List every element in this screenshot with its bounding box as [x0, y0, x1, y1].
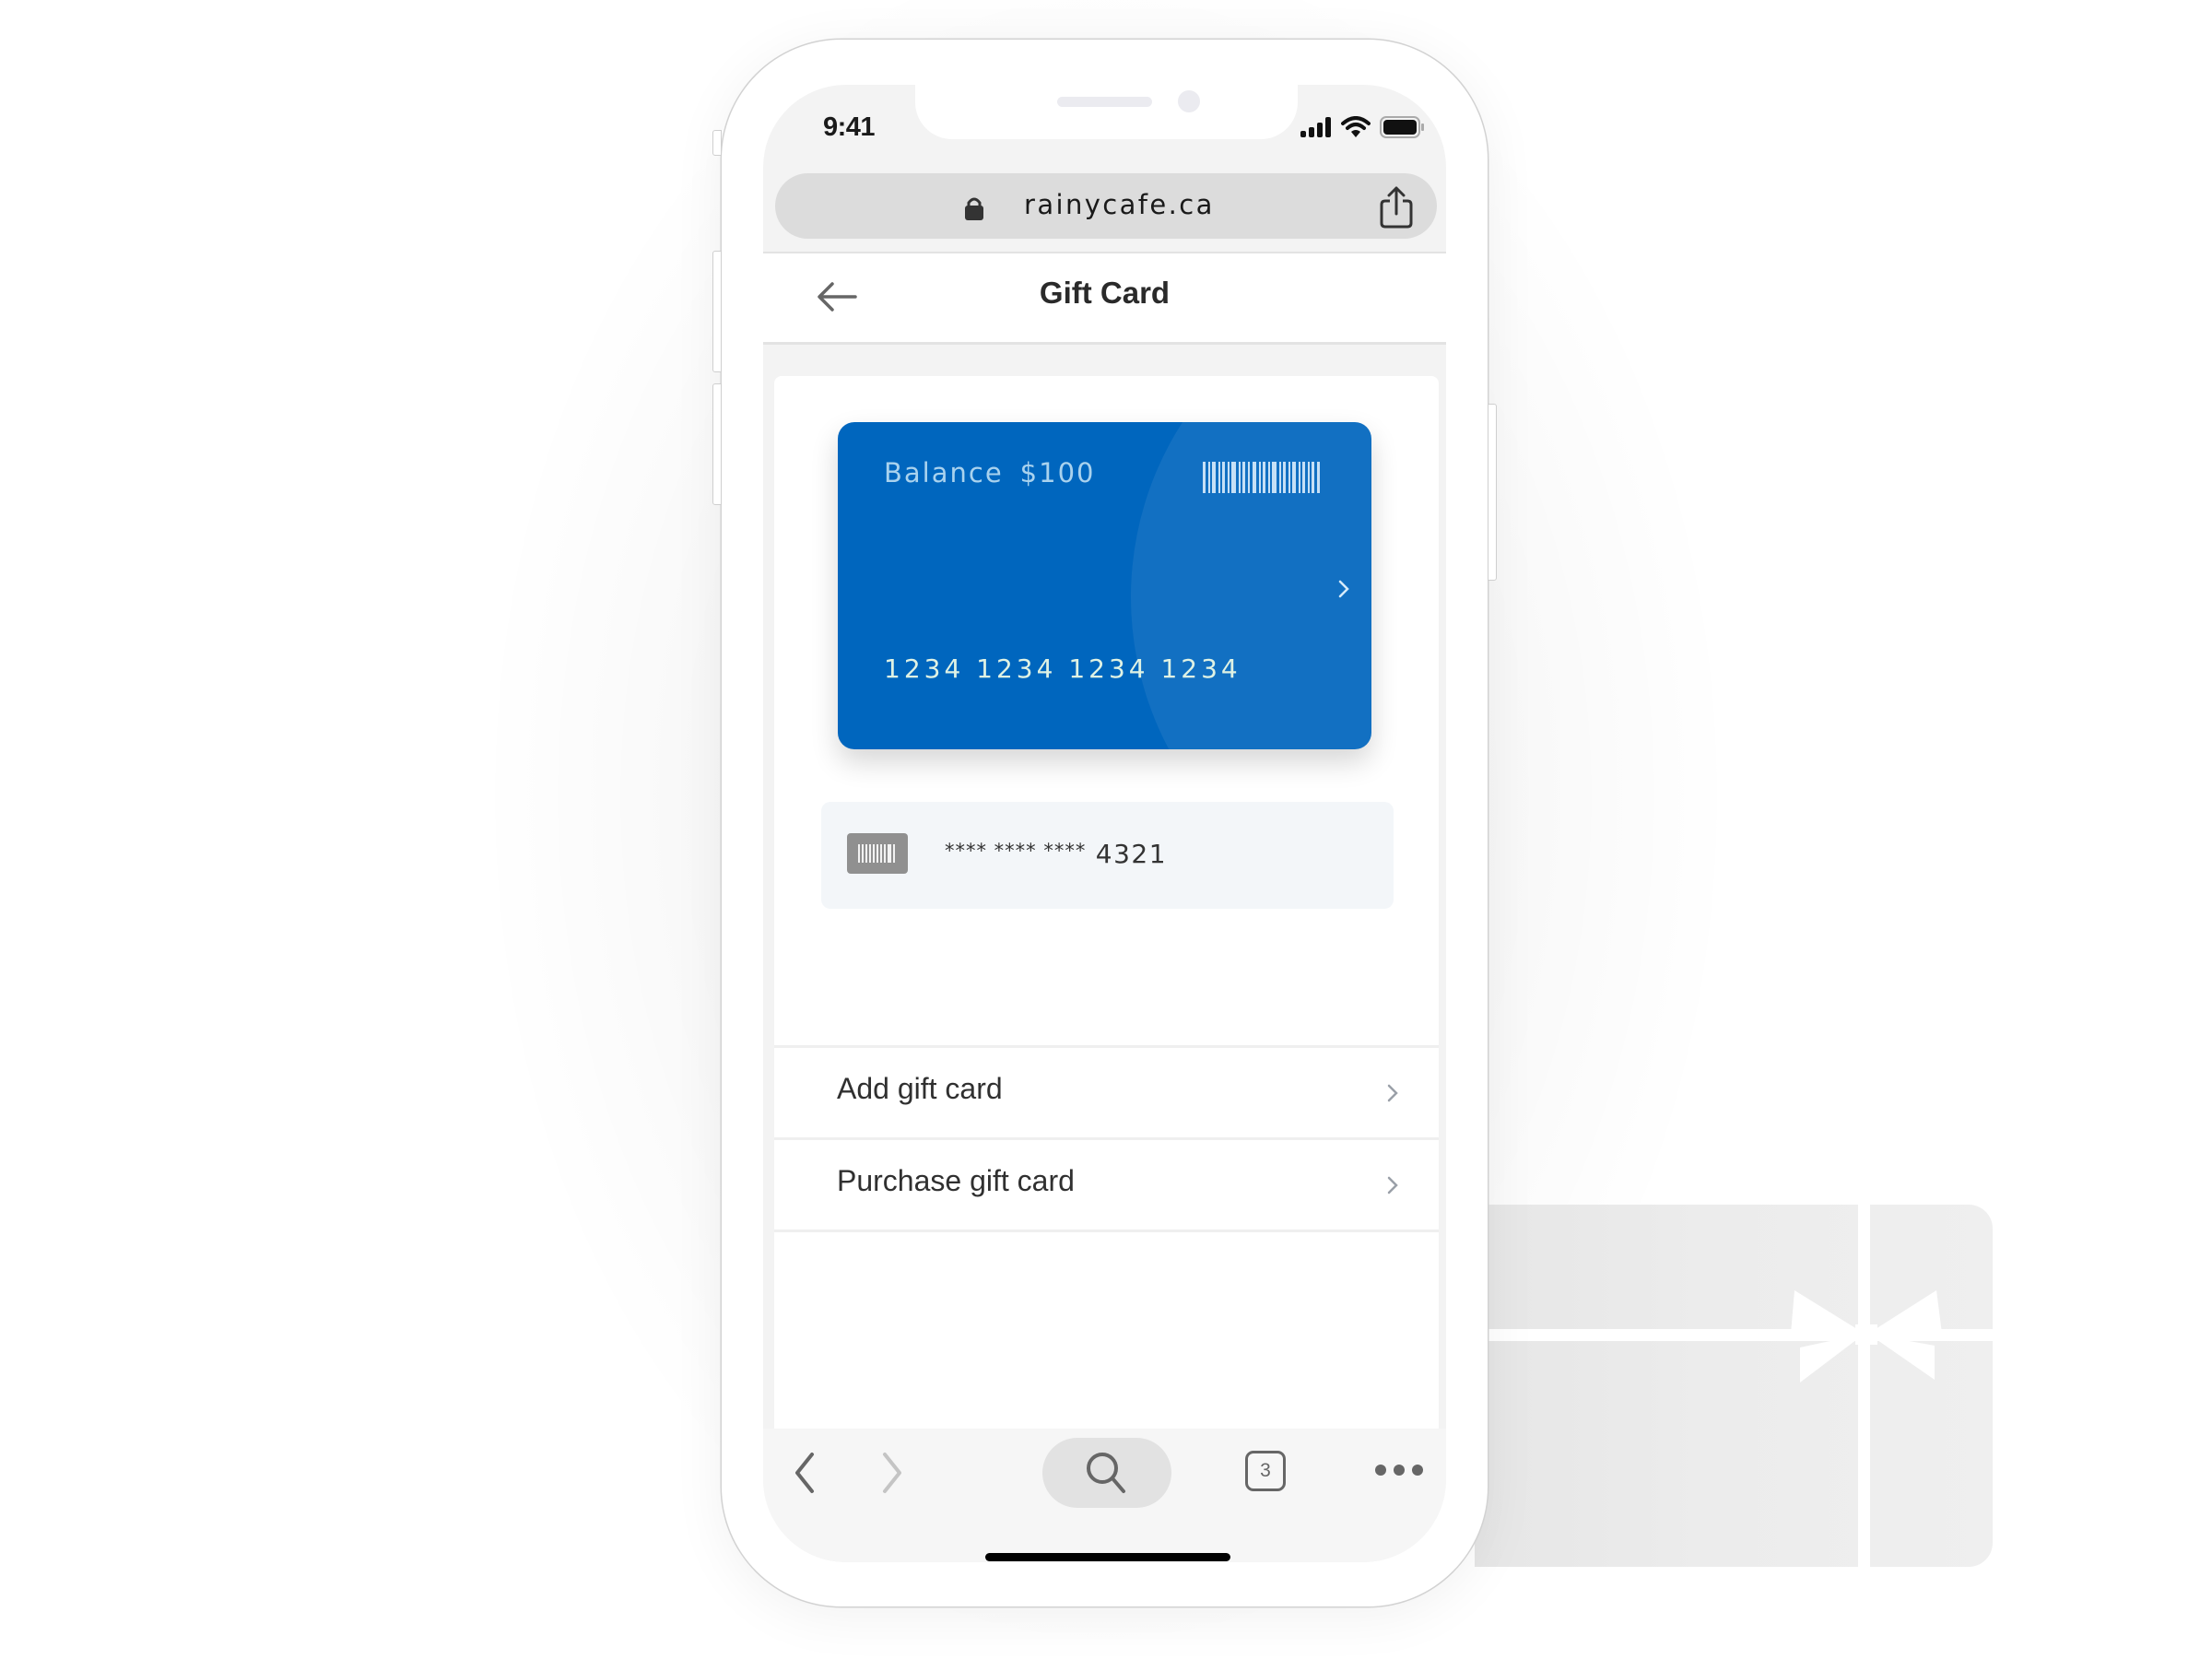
- share-icon[interactable]: [1378, 184, 1415, 229]
- address-bar[interactable]: rainycafe.ca: [775, 173, 1437, 239]
- saved-card-row[interactable]: **** **** **** 4321: [821, 802, 1394, 909]
- phone-screen: 9:41 rainycafe.ca Gift Card Balance $100…: [763, 85, 1446, 1562]
- chevron-right-icon[interactable]: [1337, 579, 1350, 599]
- ribbon-vertical: [1858, 1205, 1870, 1567]
- chevron-right-icon: [883, 1453, 901, 1493]
- cellular-signal-icon: [1300, 117, 1331, 137]
- side-button: [712, 130, 722, 156]
- balance: Balance $100: [884, 457, 1095, 488]
- bow-icon: [1791, 1290, 1942, 1382]
- browser-toolbar: 3: [763, 1429, 1446, 1562]
- masked-prefix: **** **** ****: [945, 840, 1087, 862]
- phone-frame: 9:41 rainycafe.ca Gift Card Balance $100…: [712, 40, 1497, 1606]
- url-text[interactable]: rainycafe.ca: [1024, 189, 1215, 220]
- camera: [1178, 90, 1200, 112]
- tabs-button[interactable]: 3: [1245, 1451, 1286, 1491]
- purchase-gift-card-item[interactable]: Purchase gift card: [774, 1137, 1439, 1231]
- last-four: 4321: [1095, 839, 1168, 869]
- card-number: 1234 1234 1234 1234: [884, 653, 1241, 684]
- page-header: Gift Card: [763, 252, 1446, 345]
- lock-icon: [965, 197, 983, 220]
- speaker: [1057, 97, 1152, 107]
- chevron-right-icon: [1387, 1176, 1398, 1194]
- more-dots-icon: [1375, 1465, 1423, 1476]
- home-indicator[interactable]: [985, 1553, 1230, 1561]
- gift-card[interactable]: Balance $100 1234 1234 1234 1234: [838, 422, 1371, 749]
- content-panel: Balance $100 1234 1234 1234 1234 **** **…: [774, 376, 1439, 1429]
- list-divider: [774, 1230, 1439, 1232]
- barcode-icon: [847, 833, 908, 874]
- browser-forward-button[interactable]: [869, 1447, 915, 1499]
- gift-card-icon: [1475, 1205, 1993, 1567]
- search-icon: [1087, 1453, 1125, 1493]
- purchase-gift-card-label: Purchase gift card: [837, 1164, 1075, 1197]
- add-gift-card-item[interactable]: Add gift card: [774, 1045, 1439, 1139]
- battery-icon: [1380, 116, 1424, 138]
- more-button[interactable]: [1371, 1456, 1427, 1484]
- status-icons: [1300, 116, 1424, 138]
- barcode-icon: [1203, 462, 1320, 493]
- chevron-left-icon: [795, 1453, 814, 1493]
- page-title: Gift Card: [1039, 276, 1171, 310]
- add-gift-card-label: Add gift card: [837, 1072, 1003, 1105]
- volume-up-button: [712, 251, 722, 372]
- balance-label: Balance: [884, 457, 1004, 488]
- search-button[interactable]: [1042, 1438, 1171, 1508]
- browser-back-button[interactable]: [782, 1447, 828, 1499]
- volume-down-button: [712, 383, 722, 505]
- status-time: 9:41: [823, 112, 876, 142]
- wifi-icon: [1341, 116, 1371, 137]
- notch: [915, 85, 1298, 139]
- balance-amount: $100: [1019, 457, 1096, 488]
- masked-card-number: **** **** **** 4321: [945, 839, 1167, 869]
- power-button: [1488, 404, 1497, 581]
- chevron-right-icon: [1387, 1084, 1398, 1102]
